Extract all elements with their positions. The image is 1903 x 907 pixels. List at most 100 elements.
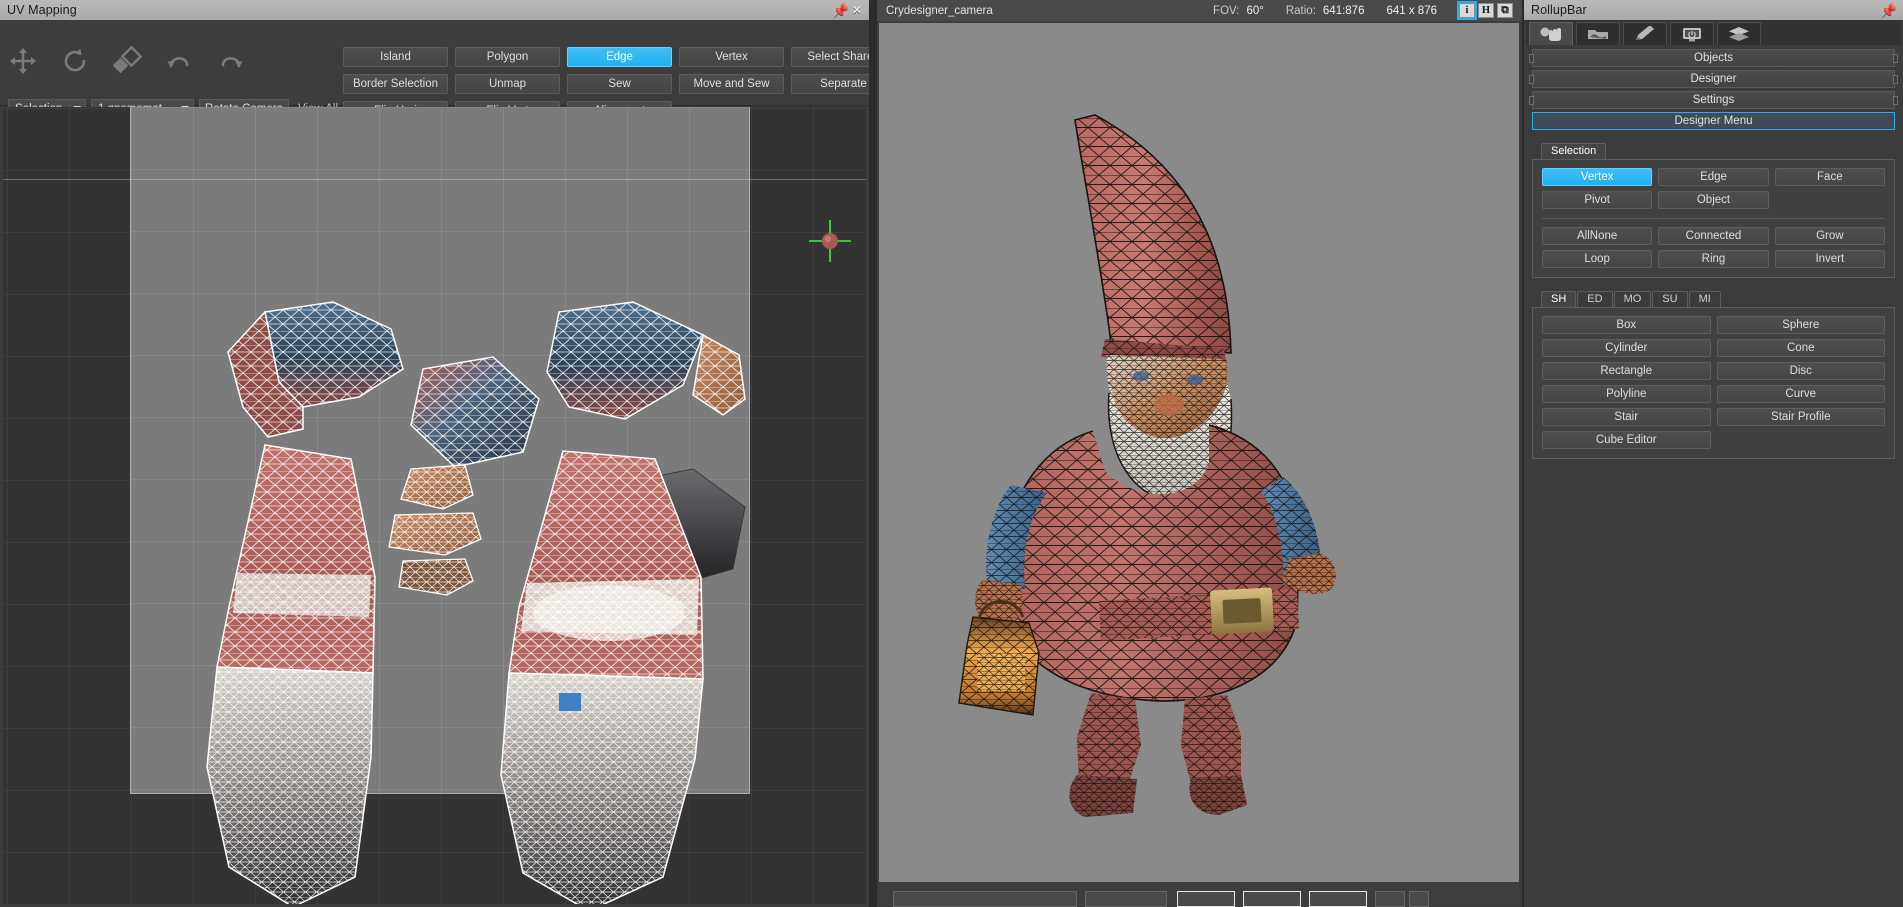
shape-button-cylinder[interactable]: Cylinder (1542, 339, 1711, 357)
selection-button-ring[interactable]: Ring (1658, 250, 1768, 268)
grip-right-icon (1893, 75, 1898, 84)
transform-icon-group (8, 46, 246, 76)
selection-group: Selection Vertex Edge Face Pivot Object … (1532, 142, 1895, 278)
viewport-status-field-6[interactable] (1375, 891, 1405, 907)
selection-button-pivot[interactable]: Pivot (1542, 191, 1652, 209)
info-icon[interactable]: i (1459, 3, 1475, 18)
uv-origin-gizmo (808, 219, 852, 263)
display-tab[interactable] (1670, 22, 1714, 45)
uv-button-unmap[interactable]: Unmap (455, 74, 560, 94)
uv-button-move-and-sew[interactable]: Move and Sew (679, 74, 784, 94)
viewport-status-field-1[interactable] (893, 891, 1077, 907)
uv-panel-title: UV Mapping (7, 3, 833, 17)
ratio-label: Ratio: (1286, 5, 1316, 17)
scale-icon[interactable] (112, 46, 142, 76)
shape-button-disc[interactable]: Disc (1717, 362, 1886, 380)
uv-button-vertex[interactable]: Vertex (679, 47, 784, 67)
shape-button-stair[interactable]: Stair (1542, 408, 1711, 426)
uv-canvas[interactable] (3, 107, 866, 904)
viewport-canvas[interactable] (879, 23, 1519, 882)
shape-group-body: Box Sphere Cylinder Cone Rectangle Disc … (1532, 307, 1895, 459)
fullscreen-icon[interactable]: ⧉ (1497, 3, 1513, 18)
selection-button-vertex[interactable]: Vertex (1542, 168, 1652, 186)
uv-button-edge[interactable]: Edge (567, 47, 672, 67)
selection-button-edge[interactable]: Edge (1658, 168, 1768, 186)
shape-button-polyline[interactable]: Polyline (1542, 385, 1711, 403)
undo-icon[interactable] (164, 46, 194, 76)
uv-button-island[interactable]: Island (343, 47, 448, 67)
objects-tab[interactable] (1529, 22, 1573, 45)
tab-su[interactable]: SU (1652, 291, 1687, 307)
ratio-field: Ratio: 641:876 (1286, 5, 1365, 17)
viewport-status-field-5[interactable] (1309, 891, 1367, 907)
fov-label: FOV: (1213, 5, 1239, 17)
selection-button-object[interactable]: Object (1658, 191, 1768, 209)
modeling-tab[interactable] (1623, 22, 1667, 45)
viewport-status-field-4[interactable] (1243, 891, 1301, 907)
selection-group-tabs: Selection (1532, 142, 1895, 159)
uv-toolbar: Selection 1.gnomemat Rotate Camera View … (0, 20, 869, 106)
fov-field: FOV: 60° (1213, 5, 1264, 17)
tab-mo[interactable]: MO (1614, 291, 1652, 307)
selection-action-buttons: AllNone Connected Grow Loop Ring Invert (1542, 227, 1885, 268)
uv-button-polygon[interactable]: Polygon (455, 47, 560, 67)
rollup-section-designer-menu-label: Designer Menu (1675, 115, 1753, 127)
panel-divider-left[interactable] (869, 0, 877, 907)
shape-button-grid: Box Sphere Cylinder Cone Rectangle Disc … (1542, 316, 1885, 449)
resolution-field: 641 x 876 (1386, 5, 1437, 17)
selection-button-allnone[interactable]: AllNone (1542, 227, 1652, 245)
selection-button-face[interactable]: Face (1775, 168, 1885, 186)
grip-right-icon (1893, 54, 1898, 63)
close-icon[interactable]: ✕ (849, 2, 865, 18)
selection-button-grow[interactable]: Grow (1775, 227, 1885, 245)
selection-button-connected[interactable]: Connected (1658, 227, 1768, 245)
rollup-titlebar: RollupBar 📌 (1524, 0, 1903, 20)
move-icon[interactable] (8, 46, 38, 76)
rollup-section-designer-menu[interactable]: Designer Menu (1532, 112, 1895, 130)
resolution-value: 641 x 876 (1386, 5, 1437, 17)
viewport-status-field-2[interactable] (1085, 891, 1167, 907)
viewport-status-field-3[interactable] (1177, 891, 1235, 907)
rollup-section-objects[interactable]: Objects (1532, 49, 1895, 67)
shape-group-tabs: SH ED MO SU MI (1532, 290, 1895, 307)
tab-mi[interactable]: MI (1689, 291, 1721, 307)
shape-button-box[interactable]: Box (1542, 316, 1711, 334)
terrain-tab[interactable] (1576, 22, 1620, 45)
perspective-viewport: Crydesigner_camera FOV: 60° Ratio: 641:8… (877, 0, 1522, 907)
selection-button-loop[interactable]: Loop (1542, 250, 1652, 268)
viewport-status-field-7[interactable] (1409, 891, 1429, 907)
gnome-model (879, 23, 1519, 882)
pin-icon[interactable]: 📌 (833, 2, 849, 18)
rollup-section-settings[interactable]: Settings (1532, 91, 1895, 109)
shape-group: SH ED MO SU MI Box Sphere Cylinder Cone … (1532, 290, 1895, 459)
tab-selection[interactable]: Selection (1541, 143, 1606, 159)
grip-left-icon (1529, 54, 1534, 63)
rollup-section-designer-label: Designer (1690, 73, 1736, 85)
rollup-tab-strip (1526, 20, 1901, 45)
camera-name-label: Crydesigner_camera (886, 5, 993, 17)
tab-ed[interactable]: ED (1577, 291, 1612, 307)
redo-icon[interactable] (216, 46, 246, 76)
rollup-bar-panel: RollupBar 📌 (1524, 0, 1903, 907)
shape-button-rectangle[interactable]: Rectangle (1542, 362, 1711, 380)
shape-button-sphere[interactable]: Sphere (1717, 316, 1886, 334)
pin-icon[interactable]: 📌 (1881, 2, 1897, 18)
shape-button-stair-profile[interactable]: Stair Profile (1717, 408, 1886, 426)
ratio-value: 641:876 (1323, 5, 1365, 17)
helpers-icon[interactable]: H (1478, 3, 1494, 18)
rollup-section-designer[interactable]: Designer (1532, 70, 1895, 88)
uv-panel-titlebar: UV Mapping 📌 ✕ (0, 0, 869, 20)
shape-button-cube-editor[interactable]: Cube Editor (1542, 431, 1711, 449)
viewport-bottom-toolbar (879, 884, 1519, 905)
shape-button-curve[interactable]: Curve (1717, 385, 1886, 403)
selection-button-invert[interactable]: Invert (1775, 250, 1885, 268)
rollup-section-objects-label: Objects (1694, 52, 1733, 64)
layers-tab[interactable] (1717, 22, 1761, 45)
shape-button-cone[interactable]: Cone (1717, 339, 1886, 357)
uv-mapping-panel: UV Mapping 📌 ✕ (0, 0, 869, 907)
uv-button-border-selection[interactable]: Border Selection (343, 74, 448, 94)
uv-button-sew[interactable]: Sew (567, 74, 672, 94)
selection-mode-buttons: Vertex Edge Face Pivot Object (1542, 168, 1885, 209)
tab-sh[interactable]: SH (1541, 291, 1576, 307)
rotate-icon[interactable] (60, 46, 90, 76)
